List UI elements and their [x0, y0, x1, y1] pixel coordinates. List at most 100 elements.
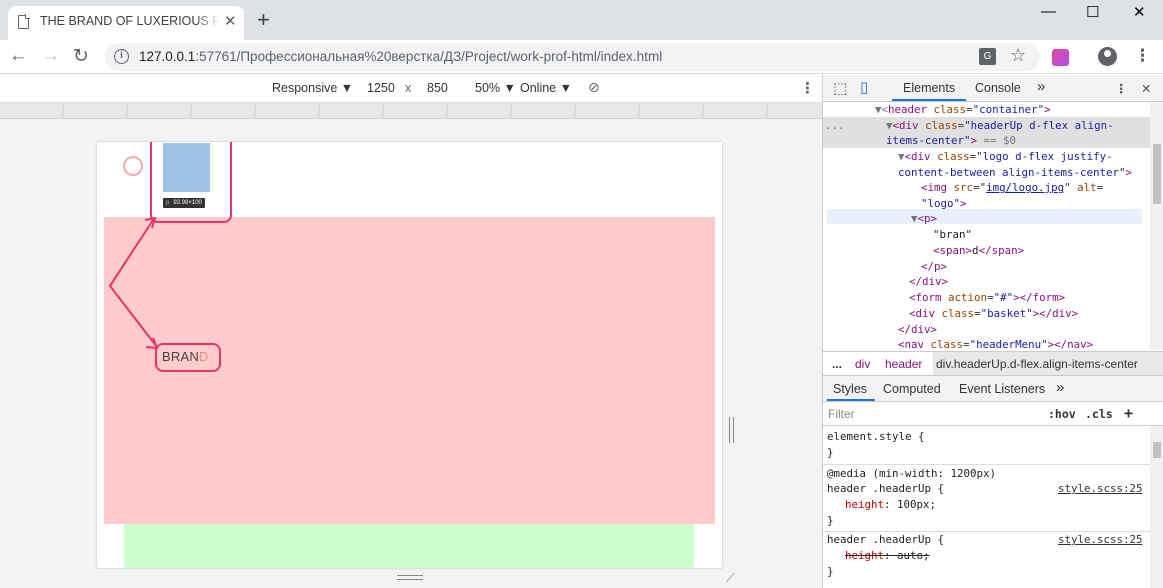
document-icon — [18, 14, 30, 29]
device-toggle-icon[interactable]: ▯ — [860, 78, 868, 96]
media-query-ruler[interactable] — [0, 103, 822, 119]
tab-console[interactable]: Console — [975, 81, 1021, 95]
breadcrumb-more[interactable]: ... — [832, 357, 842, 371]
dom-line[interactable]: content-between align-items-center"> — [898, 165, 1132, 181]
dom-line[interactable]: "logo"> — [921, 196, 967, 212]
devtools-close-icon[interactable]: ✕ — [1141, 81, 1151, 96]
dom-line[interactable]: </p> — [921, 259, 947, 275]
browser-menu-icon[interactable]: ⋮ — [1134, 46, 1151, 66]
scrollbar-thumb[interactable] — [1153, 144, 1161, 204]
resize-handle-right[interactable] — [729, 417, 734, 443]
tab-title: THE BRAND OF LUXERIOUS FASHION — [40, 14, 218, 28]
url-host: 127.0.0.1 — [139, 49, 196, 64]
dom-line[interactable]: <nav class="headerMenu"></nav> — [898, 337, 1093, 350]
dom-line[interactable]: ▼<p> — [911, 211, 937, 227]
reload-icon[interactable]: ↻ — [73, 45, 89, 68]
dom-tree-scrollbar[interactable] — [1150, 102, 1163, 350]
rule-separator — [823, 464, 1150, 465]
annotation-arrow-path — [108, 219, 158, 348]
resize-corner-icon[interactable]: ⟋ — [726, 571, 734, 586]
rule-selector[interactable]: header .headerUp { — [827, 532, 944, 548]
breadcrumb-div[interactable]: div — [855, 357, 870, 371]
hovered-dom-row — [827, 209, 1142, 224]
media-query: @media (min-width: 1200px) — [827, 467, 997, 480]
dimension-times: x — [405, 81, 412, 95]
translate-icon[interactable]: G — [979, 48, 996, 65]
back-icon[interactable]: ← — [9, 45, 28, 67]
dom-line[interactable]: "bran" — [933, 227, 972, 243]
rule-close: } — [827, 565, 834, 578]
address-bar[interactable]: i 127.0.0.1:57761/Профессиональная%20вер… — [105, 43, 1040, 71]
style-property-overridden[interactable]: height: auto; — [845, 548, 930, 564]
tab-more[interactable]: » — [1037, 78, 1045, 95]
inspect-element-icon[interactable]: ⬚ — [833, 79, 847, 97]
active-tab-indicator — [892, 99, 966, 101]
tab-styles-more[interactable]: » — [1056, 379, 1064, 396]
device-frame: p 93.98×100 BRAND — [97, 142, 722, 568]
dom-line[interactable]: </div> — [898, 322, 937, 338]
device-width-input[interactable]: 1250 — [367, 81, 395, 95]
browser-tab[interactable]: THE BRAND OF LUXERIOUS FASHION ✕ — [8, 6, 244, 40]
url-text[interactable]: 127.0.0.1:57761/Профессиональная%20верст… — [139, 49, 662, 64]
dom-line-selected[interactable]: ▼<div class="headerUp d-flex align- — [886, 118, 1114, 134]
tab-styles[interactable]: Styles — [833, 382, 867, 396]
styles-filter-row: :hov .cls + — [823, 402, 1163, 426]
dom-line[interactable]: <img src="img/logo.jpg" alt= — [921, 180, 1103, 196]
devtools-tabs: ⬚ ▯ Elements Console » ⋮ ✕ — [823, 75, 1163, 102]
dom-line[interactable]: <div class="basket"></div> — [909, 306, 1078, 322]
dom-line-selected-cont[interactable]: items-center"> == $0 — [886, 133, 1016, 149]
dom-line[interactable]: <span>d</span> — [933, 243, 1024, 259]
profile-icon[interactable] — [1098, 47, 1117, 66]
tab-elements[interactable]: Elements — [903, 81, 955, 95]
forward-icon[interactable]: → — [41, 45, 60, 67]
breadcrumb-header[interactable]: header — [885, 357, 922, 371]
cls-toggle[interactable]: .cls — [1085, 407, 1113, 421]
title-bar: THE BRAND OF LUXERIOUS FASHION ✕ + — ☐ ✕ — [0, 0, 1163, 40]
dom-line[interactable]: </div> — [909, 274, 948, 290]
hov-toggle[interactable]: :hov — [1048, 407, 1076, 421]
rotate-icon[interactable]: ⊘ — [588, 79, 600, 96]
bookmark-star-icon[interactable]: ☆ — [1010, 45, 1026, 66]
device-mode-select[interactable]: Responsive ▼ — [272, 81, 353, 95]
rule-selector[interactable]: header .headerUp { — [827, 481, 944, 497]
dom-line-dots[interactable]: ... — [825, 118, 845, 134]
tab-close-icon[interactable]: ✕ — [224, 12, 237, 30]
device-more-icon[interactable]: ⋮ — [800, 79, 815, 97]
tab-title-fade — [196, 10, 220, 34]
scrollbar-thumb[interactable] — [1153, 442, 1161, 458]
styles-scrollbar[interactable] — [1150, 426, 1163, 588]
new-rule-button[interactable]: + — [1124, 404, 1133, 422]
window-close-icon[interactable]: ✕ — [1133, 3, 1146, 21]
dom-breadcrumb: ... div header div.headerUp.d-flex.align… — [823, 351, 1163, 376]
new-tab-button[interactable]: + — [257, 7, 270, 33]
device-toolbar: Responsive ▼ 1250 x 850 50% ▼ Online ▼ ⊘… — [0, 75, 822, 103]
browser-toolbar: ← → ↻ i 127.0.0.1:57761/Профессиональная… — [0, 40, 1163, 74]
network-throttle-select[interactable]: Online ▼ — [520, 81, 572, 95]
breadcrumb-current[interactable]: div.headerUp.d-flex.align-items-center — [936, 357, 1138, 371]
style-property[interactable]: height: 100px; — [845, 497, 936, 513]
maximize-icon[interactable]: ☐ — [1086, 3, 1099, 21]
rule-close: } — [827, 446, 834, 459]
resize-handle-bottom[interactable] — [397, 575, 423, 580]
devtools-panel: ⬚ ▯ Elements Console » ⋮ ✕ ▼<header clas… — [822, 75, 1163, 588]
zoom-select[interactable]: 50% ▼ — [475, 81, 516, 95]
device-height-input[interactable]: 850 — [427, 81, 448, 95]
element-style-rule[interactable]: element.style { — [827, 429, 925, 445]
info-icon[interactable]: i — [114, 49, 129, 64]
styles-filter-input[interactable] — [828, 406, 1038, 422]
dom-line[interactable]: ▼<div class="logo d-flex justify- — [898, 149, 1113, 165]
annotation-arrows — [108, 216, 159, 350]
url-path: :57761/Профессиональная%20верстка/ДЗ/Pro… — [195, 49, 663, 64]
viewport-area: Responsive ▼ 1250 x 850 50% ▼ Online ▼ ⊘… — [0, 75, 822, 588]
styles-active-indicator — [827, 399, 875, 401]
dom-line[interactable]: ▼<header class="container"> — [875, 102, 1051, 118]
styles-tabs: Styles Computed Event Listeners » — [823, 376, 1163, 402]
extension-icon[interactable] — [1052, 49, 1069, 66]
rule-source-link[interactable]: style.scss:25 — [1058, 532, 1143, 548]
tab-event-listeners[interactable]: Event Listeners — [959, 382, 1045, 396]
devtools-menu-icon[interactable]: ⋮ — [1115, 81, 1128, 96]
minimize-icon[interactable]: — — [1041, 3, 1056, 20]
tab-computed[interactable]: Computed — [883, 382, 941, 396]
dom-line[interactable]: <form action="#"></form> — [909, 290, 1065, 306]
rule-source-link[interactable]: style.scss:25 — [1058, 481, 1143, 497]
